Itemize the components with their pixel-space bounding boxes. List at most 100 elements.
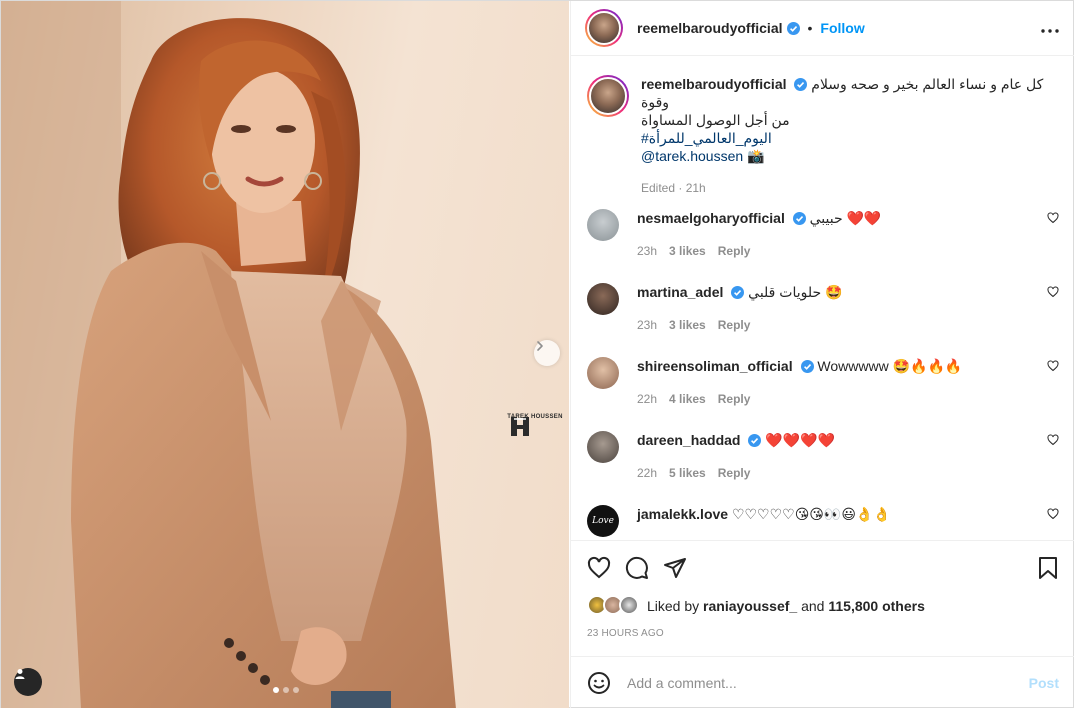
caption-avatar[interactable] (587, 75, 629, 117)
verified-icon (748, 434, 762, 447)
user-tag-icon (15, 669, 25, 679)
comment-likes[interactable]: 5 likes (669, 464, 706, 482)
user-tags-button[interactable] (14, 668, 42, 696)
comment-text: حلويات قلبي 🤩 (748, 284, 843, 300)
commenter-avatar[interactable] (587, 283, 619, 315)
caption-meta: Edited · 21h (641, 181, 706, 195)
verified-icon (731, 286, 745, 299)
commenter-avatar[interactable] (587, 209, 619, 241)
commenter-username[interactable]: shireensoliman_official (637, 358, 793, 374)
follow-button[interactable]: Follow (820, 20, 864, 36)
caption-mention[interactable]: @tarek.houssen (641, 148, 743, 164)
comment-text: ♡♡♡♡♡😘😘👀😃👌👌 (731, 506, 891, 522)
emoji-icon (588, 672, 610, 694)
comment-likes[interactable]: 3 likes (669, 316, 706, 334)
comment-item: Love jamalekk.love ♡♡♡♡♡😘😘👀😃👌👌 (587, 505, 1059, 537)
chevron-right-icon (537, 341, 543, 351)
comment-item: dareen_haddad ❤️❤️❤️❤️ 22h 5 likes Reply (587, 431, 1059, 482)
comment-likes[interactable]: 4 likes (669, 390, 706, 408)
post-photo[interactable]: TAREK HOUSSEN (1, 1, 569, 708)
caption-hashtag[interactable]: #اليوم_العالمي_للمرأة (641, 129, 1059, 147)
add-comment-bar: Post (571, 656, 1074, 708)
author-avatar[interactable] (585, 9, 623, 47)
comment-icon (625, 556, 648, 579)
like-button[interactable] (587, 556, 611, 580)
reply-button[interactable]: Reply (718, 242, 751, 260)
comment-like-button[interactable] (1047, 359, 1059, 375)
post-side-panel: reemelbaroudyofficial • Follow reemelbar… (570, 1, 1074, 708)
reply-button[interactable]: Reply (718, 316, 751, 334)
heart-icon (587, 556, 611, 578)
photo-illustration (1, 1, 456, 708)
heart-icon (1047, 360, 1059, 372)
commenter-username[interactable]: jamalekk.love (637, 506, 728, 522)
post-dialog: TAREK HOUSSEN reemelbaroudyofficial • Fo… (0, 0, 1074, 708)
watermark-logo-icon (511, 417, 529, 436)
heart-icon (1047, 434, 1059, 446)
photographer-watermark: TAREK HOUSSEN (507, 414, 563, 436)
heart-icon (1047, 212, 1059, 224)
emoji-picker-button[interactable] (587, 671, 611, 695)
author-username[interactable]: reemelbaroudyofficial (637, 20, 783, 36)
liker-username[interactable]: raniayoussef_ (703, 598, 797, 614)
liker-avatars[interactable] (587, 595, 641, 617)
comment-text: ❤️❤️❤️❤️ (765, 432, 835, 448)
share-button[interactable] (663, 556, 687, 580)
verified-icon (792, 212, 806, 225)
comment-time[interactable]: 22h (637, 390, 657, 408)
comments-list[interactable]: reemelbaroudyofficial كل عام و نساء العا… (571, 57, 1074, 540)
camera-emoji: 📸 (747, 148, 765, 164)
commenter-username[interactable]: dareen_haddad (637, 432, 740, 448)
reply-button[interactable]: Reply (718, 464, 751, 482)
carousel-dot (273, 687, 279, 693)
verified-icon (786, 21, 800, 35)
carousel-indicator (273, 687, 299, 693)
verified-icon (794, 78, 808, 91)
commenter-avatar[interactable] (587, 357, 619, 389)
verified-icon (800, 360, 814, 373)
commenter-avatar[interactable]: Love (587, 505, 619, 537)
comment-input[interactable] (627, 675, 1029, 691)
header-separator: • (807, 20, 813, 36)
save-button[interactable] (1037, 556, 1059, 580)
comment-text: Wowwwww 🤩🔥🔥🔥 (817, 358, 963, 374)
comment-text: حبيبي ❤️❤️ (809, 210, 882, 226)
comment-like-button[interactable] (1047, 285, 1059, 301)
comment-like-button[interactable] (1047, 211, 1059, 227)
next-photo-button[interactable] (534, 340, 560, 366)
likes-summary: Liked by raniayoussef_ and 115,800 other… (587, 594, 1059, 618)
comment-item: martina_adel حلويات قلبي 🤩 23h 3 likes R… (587, 283, 1059, 334)
share-icon (664, 557, 686, 578)
commenter-username[interactable]: nesmaelgoharyofficial (637, 210, 785, 226)
comment-like-button[interactable] (1047, 507, 1059, 523)
post-header: reemelbaroudyofficial • Follow (571, 1, 1074, 56)
comment-time[interactable]: 22h (637, 464, 657, 482)
more-icon (1041, 29, 1059, 33)
post-timestamp[interactable]: 23 HOURS AGO (587, 628, 664, 639)
comment-item: shireensoliman_official Wowwwww 🤩🔥🔥🔥 22h… (587, 357, 1059, 408)
heart-icon (1047, 508, 1059, 520)
commenter-avatar[interactable] (587, 431, 619, 463)
likes-count[interactable]: 115,800 others (828, 598, 925, 614)
post-actions (571, 540, 1074, 594)
caption-text-line2: من أجل الوصول المساواة (641, 112, 790, 128)
post-comment-button[interactable]: Post (1029, 675, 1059, 691)
carousel-dot (293, 687, 299, 693)
more-options-button[interactable] (1041, 20, 1059, 36)
comment-button[interactable] (625, 556, 649, 580)
comment-item: nesmaelgoharyofficial حبيبي ❤️❤️ 23h 3 l… (587, 209, 1059, 260)
likes-and: and (801, 598, 825, 614)
comment-time[interactable]: 23h (637, 242, 657, 260)
reply-button[interactable]: Reply (718, 390, 751, 408)
heart-icon (1047, 286, 1059, 298)
caption-body: reemelbaroudyofficial كل عام و نساء العا… (641, 75, 1059, 197)
comment-likes[interactable]: 3 likes (669, 242, 706, 260)
commenter-username[interactable]: martina_adel (637, 284, 723, 300)
likes-prefix: Liked by (647, 598, 700, 614)
comment-time[interactable]: 23h (637, 316, 657, 334)
save-icon (1039, 556, 1057, 579)
post-caption: reemelbaroudyofficial كل عام و نساء العا… (587, 57, 1059, 197)
caption-username[interactable]: reemelbaroudyofficial (641, 76, 787, 92)
carousel-dot (283, 687, 289, 693)
comment-like-button[interactable] (1047, 433, 1059, 449)
